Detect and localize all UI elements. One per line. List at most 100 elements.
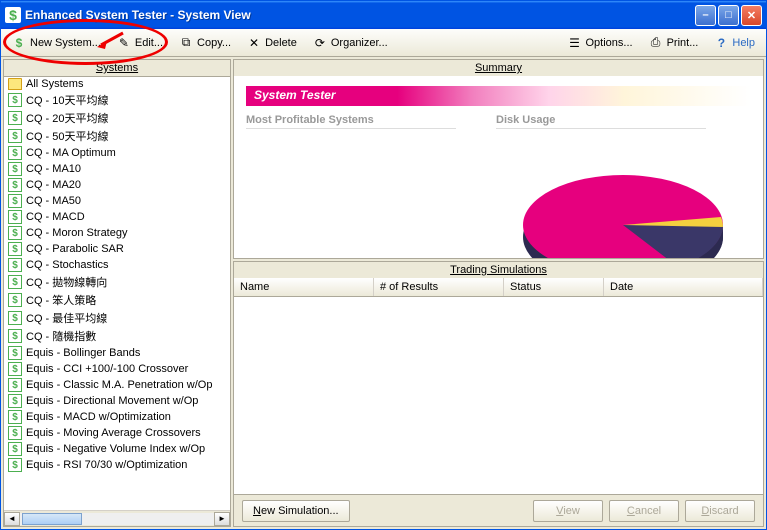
- print-icon: ⎙: [649, 36, 663, 50]
- dollar-icon: $: [12, 36, 26, 50]
- dollar-icon: $: [8, 426, 22, 440]
- close-button[interactable]: ✕: [741, 5, 762, 26]
- tree-item[interactable]: $CQ - 拋物線轉向: [4, 273, 230, 291]
- tree-item-label: CQ - MACD: [26, 211, 85, 223]
- tree-item-label: Equis - RSI 70/30 w/Optimization: [26, 459, 187, 471]
- tree-item-label: CQ - 最佳平均線: [26, 310, 107, 326]
- copy-button[interactable]: ⧉ Copy...: [172, 33, 238, 53]
- tree-item-label: CQ - Stochastics: [26, 259, 109, 271]
- col-results[interactable]: # of Results: [374, 278, 504, 296]
- window-title: Enhanced System Tester - System View: [25, 8, 695, 22]
- tree-item[interactable]: $ Equis - Bollinger Bands: [4, 345, 230, 361]
- scroll-thumb[interactable]: [22, 513, 82, 525]
- options-button[interactable]: ☰ Options...: [561, 33, 640, 53]
- tree-root[interactable]: All Systems: [4, 77, 230, 91]
- tree-item-label: CQ - MA Optimum: [26, 147, 116, 159]
- tree-item[interactable]: $ Equis - MACD w/Optimization: [4, 409, 230, 425]
- tree-item[interactable]: $ CQ - Stochastics: [4, 257, 230, 273]
- tree-item-label: CQ - MA10: [26, 163, 81, 175]
- tree-item[interactable]: $ CQ - 隨機指數: [4, 327, 230, 345]
- trading-table-header: Name # of Results Status Date: [234, 278, 763, 297]
- tree-root-label: All Systems: [26, 78, 83, 90]
- horizontal-scrollbar[interactable]: ◄ ►: [4, 510, 230, 526]
- tree-item[interactable]: $ CQ - 最佳平均線: [4, 309, 230, 327]
- tree-item[interactable]: $ CQ - Parabolic SAR: [4, 241, 230, 257]
- help-button[interactable]: ? Help: [707, 33, 762, 53]
- help-label: Help: [732, 37, 755, 49]
- disk-usage-label: Disk Usage: [496, 114, 706, 129]
- tree-item[interactable]: $Equis - Negative Volume Index w/Op: [4, 441, 230, 457]
- dollar-icon: $: [8, 178, 22, 192]
- summary-header: Summary: [234, 60, 763, 76]
- help-icon: ?: [714, 36, 728, 50]
- dollar-icon: $: [8, 293, 22, 307]
- dollar-icon: $: [8, 93, 22, 107]
- new-system-button[interactable]: $ New System...: [5, 33, 108, 53]
- dollar-icon: $: [8, 258, 22, 272]
- delete-icon: ✕: [247, 36, 261, 50]
- scroll-right-button[interactable]: ►: [214, 512, 230, 526]
- tree-item[interactable]: $CQ - MACD: [4, 209, 230, 225]
- copy-label: Copy...: [197, 37, 231, 49]
- tree-item[interactable]: $ CQ - MA20: [4, 177, 230, 193]
- tree-item[interactable]: $Equis - CCI +100/-100 Crossover: [4, 361, 230, 377]
- tree-item[interactable]: $CQ - MA Optimum: [4, 145, 230, 161]
- print-button[interactable]: ⎙ Print...: [642, 33, 706, 53]
- app-icon: $: [5, 7, 21, 23]
- tree-item[interactable]: $CQ - 10天平均線: [4, 91, 230, 109]
- delete-button[interactable]: ✕ Delete: [240, 33, 304, 53]
- trading-simulations-panel: Trading Simulations Name # of Results St…: [233, 261, 764, 527]
- minimize-button[interactable]: –: [695, 5, 716, 26]
- tree-item-label: Equis - Classic M.A. Penetration w/Op: [26, 379, 212, 391]
- col-status[interactable]: Status: [504, 278, 604, 296]
- pencil-icon: ✎: [117, 36, 131, 50]
- tree-item-label: CQ - Parabolic SAR: [26, 243, 124, 255]
- tree-item[interactable]: $ CQ - MA10: [4, 161, 230, 177]
- systems-header: Systems: [4, 60, 230, 76]
- col-date[interactable]: Date: [604, 278, 763, 296]
- dollar-icon: $: [8, 458, 22, 472]
- tree-item-label: Equis - CCI +100/-100 Crossover: [26, 363, 188, 375]
- cancel-button[interactable]: Cancel: [609, 500, 679, 522]
- dollar-icon: $: [8, 275, 22, 289]
- view-button[interactable]: View: [533, 500, 603, 522]
- dollar-icon: $: [8, 162, 22, 176]
- tree-item-label: CQ - 50天平均線: [26, 128, 109, 144]
- col-name[interactable]: Name: [234, 278, 374, 296]
- discard-button[interactable]: Discard: [685, 500, 755, 522]
- tree-item-label: Equis - MACD w/Optimization: [26, 411, 171, 423]
- tree-item[interactable]: $ Equis - RSI 70/30 w/Optimization: [4, 457, 230, 473]
- dollar-icon: $: [8, 410, 22, 424]
- dollar-icon: $: [8, 346, 22, 360]
- maximize-button[interactable]: □: [718, 5, 739, 26]
- tree-item[interactable]: $Equis - Classic M.A. Penetration w/Op: [4, 377, 230, 393]
- print-label: Print...: [667, 37, 699, 49]
- tree-item[interactable]: $CQ - MA50: [4, 193, 230, 209]
- summary-panel: Summary System Tester Most Profitable Sy…: [233, 59, 764, 259]
- dollar-icon: $: [8, 329, 22, 343]
- tree-item[interactable]: $CQ - 20天平均線: [4, 109, 230, 127]
- organizer-icon: ⟳: [313, 36, 327, 50]
- dollar-icon: $: [8, 242, 22, 256]
- edit-button[interactable]: ✎ Edit...: [110, 33, 170, 53]
- systems-tree[interactable]: All Systems$CQ - 10天平均線$CQ - 20天平均線$CQ -…: [4, 76, 230, 510]
- copy-icon: ⧉: [179, 36, 193, 50]
- new-simulation-button[interactable]: New Simulation...: [242, 500, 350, 522]
- tree-item[interactable]: $CQ - 笨人策略: [4, 291, 230, 309]
- tree-item[interactable]: $CQ - Moron Strategy: [4, 225, 230, 241]
- options-label: Options...: [586, 37, 633, 49]
- tree-item[interactable]: $Equis - Moving Average Crossovers: [4, 425, 230, 441]
- tree-item-label: Equis - Bollinger Bands: [26, 347, 140, 359]
- delete-label: Delete: [265, 37, 297, 49]
- tree-item[interactable]: $CQ - 50天平均線: [4, 127, 230, 145]
- edit-label: Edit...: [135, 37, 163, 49]
- dollar-icon: $: [8, 311, 22, 325]
- organizer-button[interactable]: ⟳ Organizer...: [306, 33, 395, 53]
- tree-item-label: CQ - MA20: [26, 179, 81, 191]
- titlebar: $ Enhanced System Tester - System View –…: [1, 1, 766, 29]
- tree-item[interactable]: $Equis - Directional Movement w/Op: [4, 393, 230, 409]
- tree-item-label: CQ - MA50: [26, 195, 81, 207]
- systems-panel: Systems All Systems$CQ - 10天平均線$CQ - 20天…: [3, 59, 231, 527]
- scroll-left-button[interactable]: ◄: [4, 512, 20, 526]
- tree-item-label: CQ - 隨機指數: [26, 328, 96, 344]
